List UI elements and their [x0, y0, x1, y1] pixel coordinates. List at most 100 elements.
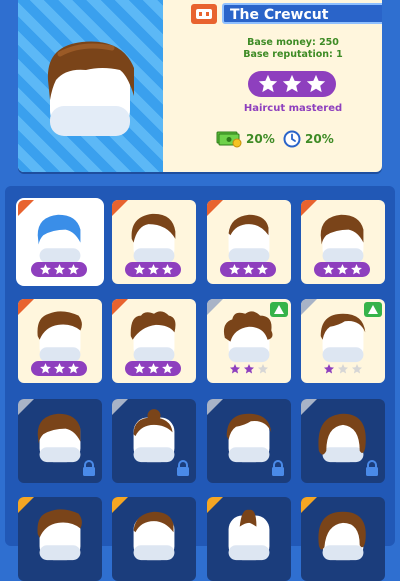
crew-haircut-icon: [37, 214, 81, 264]
haircut-stars: [31, 262, 87, 277]
rarity-corner: [18, 497, 34, 513]
mastery-status: Haircut mastered: [243, 103, 343, 114]
quiff-haircut-icon: [37, 509, 82, 561]
star-icon: [133, 264, 145, 275]
side-haircut-icon: [131, 213, 176, 264]
star-icon: [338, 363, 348, 373]
star-icon: [336, 264, 348, 275]
star-icon: [39, 264, 51, 275]
haircut-card[interactable]: [207, 399, 291, 483]
haircut-portrait: [18, 0, 163, 172]
rarity-corner: [112, 299, 128, 315]
haircut-card[interactable]: [112, 497, 196, 581]
star-icon: [324, 363, 334, 373]
lock-icon: [83, 460, 95, 476]
haircut-card[interactable]: [112, 399, 196, 483]
haircut-card[interactable]: [301, 299, 385, 383]
clock-icon: [283, 130, 301, 148]
haircut-card[interactable]: [207, 299, 291, 383]
star-icon: [228, 264, 240, 275]
rarity-corner: [301, 399, 317, 415]
haircut-card[interactable]: [301, 497, 385, 581]
haircut-card[interactable]: [301, 399, 385, 483]
scissors-tag-icon: [191, 4, 217, 24]
star-icon: [282, 74, 302, 93]
rarity-corner: [18, 399, 34, 415]
rarity-corner: [301, 299, 317, 315]
haircut-card[interactable]: [207, 497, 291, 581]
rarity-corner: [207, 497, 223, 513]
star-icon: [256, 264, 268, 275]
haircut-card[interactable]: [112, 299, 196, 383]
star-icon: [133, 363, 145, 374]
haircut-stars: [125, 262, 181, 277]
money-icon: [216, 131, 242, 148]
time-bonus: 20%: [283, 130, 334, 148]
rarity-corner: [207, 299, 223, 315]
star-icon: [39, 363, 51, 374]
haircut-card[interactable]: [18, 399, 102, 483]
lock-icon: [177, 460, 189, 476]
star-icon: [53, 363, 65, 374]
haircut-stars: [314, 262, 370, 277]
haircut-card[interactable]: [112, 200, 196, 284]
haircut-card[interactable]: [18, 200, 102, 284]
buzz-haircut-icon: [133, 511, 175, 561]
money-bonus-value: 20%: [246, 132, 275, 146]
haircut-card[interactable]: [18, 299, 102, 383]
star-icon: [67, 363, 79, 374]
haircut-card[interactable]: [301, 200, 385, 284]
haircut-grid: [5, 186, 395, 581]
messy-haircut-icon: [130, 311, 176, 363]
swept-haircut-icon: [320, 313, 366, 363]
rarity-corner: [207, 200, 223, 216]
time-bonus-value: 20%: [305, 132, 334, 146]
money-bonus: 20%: [216, 130, 275, 148]
star-icon: [322, 264, 334, 275]
lock-icon: [272, 460, 284, 476]
dreads-haircut-icon: [318, 511, 366, 561]
star-icon: [258, 363, 268, 373]
crewcut-head-icon: [47, 41, 134, 136]
haircut-stars: [301, 361, 385, 376]
rarity-corner: [112, 399, 128, 415]
arrow-up-icon: [368, 305, 378, 314]
haircut-stars: [31, 361, 87, 376]
rarity-corner: [18, 200, 34, 216]
haircut-title: The Crewcut: [222, 3, 382, 24]
quiff-haircut-icon: [37, 311, 82, 363]
base-money-label: Base money: 250: [247, 37, 339, 48]
star-icon: [258, 74, 278, 93]
star-icon: [53, 264, 65, 275]
star-icon: [352, 363, 362, 373]
haircut-stars: [125, 361, 181, 376]
star-icon: [67, 264, 79, 275]
rarity-corner: [18, 299, 34, 315]
rarity-corner: [112, 200, 128, 216]
rarity-corner: [207, 399, 223, 415]
star-icon: [350, 264, 362, 275]
haircut-stars: [220, 262, 276, 277]
upgrade-badge: [364, 302, 382, 317]
star-icon: [306, 74, 326, 93]
haircut-card[interactable]: [207, 200, 291, 284]
arrow-up-icon: [274, 305, 284, 314]
curly-haircut-icon: [223, 311, 273, 363]
crew-haircut-icon: [320, 214, 364, 264]
swept-haircut-icon: [226, 413, 272, 463]
base-reputation-label: Base reputation: 1: [243, 49, 343, 60]
rarity-corner: [301, 200, 317, 216]
lock-icon: [366, 460, 378, 476]
mohawk-haircut-icon: [228, 509, 270, 561]
long-haircut-icon: [318, 413, 366, 463]
bun-haircut-icon: [133, 409, 175, 463]
star-icon: [161, 363, 173, 374]
star-icon: [147, 264, 159, 275]
haircut-card[interactable]: [18, 497, 102, 581]
star-icon: [161, 264, 173, 275]
star-icon: [244, 363, 254, 373]
crew-haircut-icon: [37, 413, 81, 463]
upgrade-badge: [270, 302, 288, 317]
star-icon: [147, 363, 159, 374]
rarity-corner: [301, 497, 317, 513]
